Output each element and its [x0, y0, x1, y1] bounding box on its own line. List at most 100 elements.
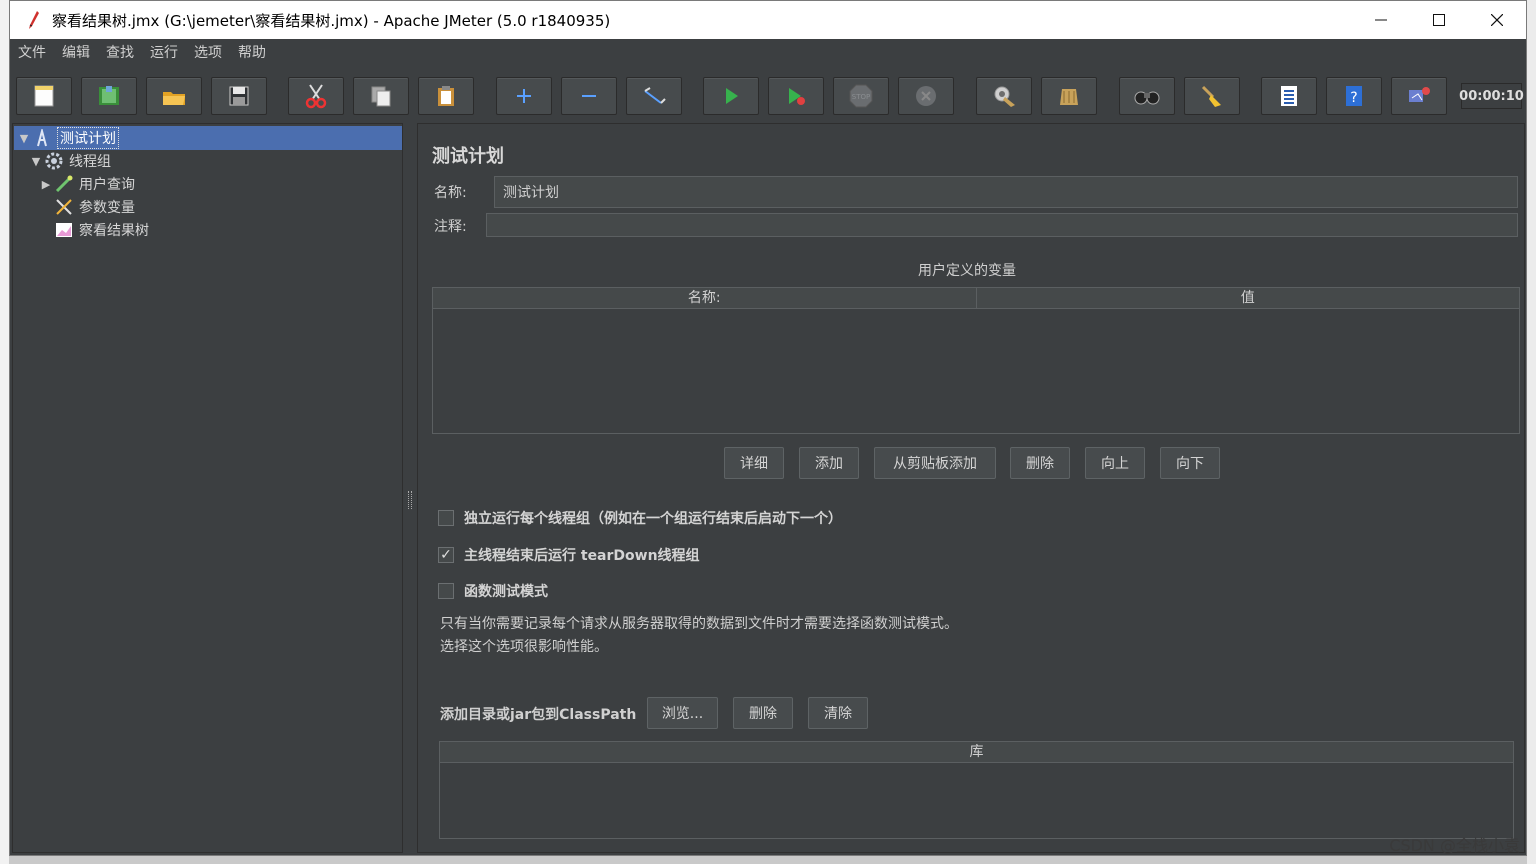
reset-search-button[interactable]: [1184, 77, 1240, 115]
templates-button[interactable]: [81, 77, 137, 115]
jmeter-feather-icon: [20, 7, 46, 33]
tree-item-test-plan[interactable]: ▼ 测试计划: [17, 127, 119, 149]
functional-mode-option[interactable]: 函数测试模式: [438, 581, 548, 601]
minimize-button[interactable]: [1352, 1, 1410, 39]
teardown-option[interactable]: ✓ 主线程结束后运行 tearDown线程组: [438, 545, 700, 565]
serialize-checkbox[interactable]: [438, 510, 454, 526]
tree-item-config[interactable]: 参数变量: [39, 196, 135, 218]
serialize-thread-groups-option[interactable]: 独立运行每个线程组（例如在一个组运行结束后启动下一个）: [438, 508, 842, 528]
start-no-pause-icon: [789, 88, 805, 105]
comment-input[interactable]: [486, 213, 1518, 237]
title-bar: 察看结果树.jmx (G:\jemeter\察看结果树.jmx) - Apach…: [10, 1, 1526, 39]
split-pane-divider[interactable]: [405, 123, 417, 853]
library-table[interactable]: 库: [439, 741, 1514, 839]
user-variables-table[interactable]: 名称: 值: [432, 287, 1520, 434]
collapse-all-button[interactable]: [561, 77, 617, 115]
save-button[interactable]: [211, 77, 267, 115]
menu-run[interactable]: 运行: [142, 42, 186, 62]
cut-icon: [305, 84, 327, 109]
divider-grip[interactable]: [408, 491, 412, 509]
tree-item-sampler[interactable]: ▶ 用户查询: [39, 173, 135, 195]
menu-edit[interactable]: 编辑: [54, 42, 98, 62]
panel-title: 测试计划: [432, 146, 504, 167]
functional-mode-note-line1: 只有当你需要记录每个请求从服务器取得的数据到文件时才需要选择函数测试模式。: [440, 616, 958, 632]
shutdown-button[interactable]: [898, 77, 954, 115]
functional-mode-checkbox[interactable]: [438, 583, 454, 599]
detail-button[interactable]: 详细: [724, 447, 784, 479]
tree-expander[interactable]: ▼: [17, 132, 31, 145]
remote-icon: [1409, 87, 1430, 102]
tree-item-label: 测试计划: [57, 127, 119, 149]
maximize-button[interactable]: [1410, 1, 1468, 39]
copy-icon: [371, 86, 391, 107]
serialize-label: 独立运行每个线程组（例如在一个组运行结束后启动下一个）: [464, 511, 842, 527]
move-up-button[interactable]: 向上: [1085, 447, 1145, 479]
teardown-checkbox[interactable]: ✓: [438, 547, 454, 563]
jmeter-window: 察看结果树.jmx (G:\jemeter\察看结果树.jmx) - Apach…: [9, 0, 1527, 856]
tree-item-thread-group[interactable]: ▼ 线程组: [29, 150, 111, 172]
function-helper-button[interactable]: [1261, 77, 1317, 115]
tree-expander[interactable]: ▼: [29, 155, 43, 168]
listener-icon: [53, 220, 75, 240]
comment-label: 注释:: [434, 219, 467, 235]
tree-item-label: 线程组: [69, 154, 111, 170]
function-helper-icon: [1281, 86, 1297, 106]
expand-all-button[interactable]: [496, 77, 552, 115]
tree-item-listener[interactable]: 察看结果树: [39, 219, 149, 241]
collapse-icon: [582, 95, 596, 97]
open-button[interactable]: [146, 77, 202, 115]
help-button[interactable]: ?: [1326, 77, 1382, 115]
menu-search[interactable]: 查找: [98, 42, 142, 62]
add-button[interactable]: 添加: [799, 447, 859, 479]
column-header-value[interactable]: 值: [977, 288, 1520, 308]
add-from-clipboard-button[interactable]: 从剪贴板添加: [874, 447, 996, 479]
background-window-right: [1527, 0, 1536, 864]
copy-button[interactable]: [353, 77, 409, 115]
start-button[interactable]: [703, 77, 759, 115]
start-no-pause-button[interactable]: [768, 77, 824, 115]
move-down-button[interactable]: 向下: [1160, 447, 1220, 479]
stop-button[interactable]: STOP: [833, 77, 889, 115]
functional-mode-label: 函数测试模式: [464, 584, 548, 600]
menu-bar: 文件 编辑 查找 运行 选项 帮助: [10, 39, 1526, 65]
teardown-label: 主线程结束后运行 tearDown线程组: [464, 548, 700, 564]
clear-all-button[interactable]: [1041, 77, 1097, 115]
tree-expander[interactable]: ▶: [39, 178, 53, 191]
delete-button[interactable]: 删除: [1010, 447, 1070, 479]
column-header-name[interactable]: 名称:: [433, 288, 977, 308]
classpath-delete-button[interactable]: 删除: [733, 697, 793, 729]
menu-help[interactable]: 帮助: [230, 42, 274, 62]
menu-options[interactable]: 选项: [186, 42, 230, 62]
functional-mode-note-line2: 选择这个选项很影响性能。: [440, 639, 608, 655]
search-button[interactable]: [1119, 77, 1175, 115]
toggle-button[interactable]: [626, 77, 682, 115]
close-button[interactable]: [1468, 1, 1526, 39]
toggle-icon: [644, 87, 666, 104]
classpath-label: 添加目录或jar包到ClassPath: [440, 707, 637, 723]
svg-text:?: ?: [1350, 90, 1357, 106]
expand-icon: [517, 89, 531, 103]
background-window-left: [0, 0, 9, 864]
name-input[interactable]: 测试计划: [494, 176, 1518, 208]
cut-button[interactable]: [288, 77, 344, 115]
browse-button[interactable]: 浏览...: [647, 697, 718, 729]
remote-button[interactable]: [1391, 77, 1447, 115]
classpath-clear-button[interactable]: 清除: [808, 697, 868, 729]
test-plan-panel: 测试计划 名称: 测试计划 注释: 用户定义的变量 名称: 值 详细 添加 从剪…: [417, 123, 1525, 853]
templates-icon: [99, 86, 119, 105]
clear-button[interactable]: [976, 77, 1032, 115]
reset-search-icon: [1201, 85, 1221, 107]
tree-item-label: 参数变量: [79, 200, 135, 216]
csdn-watermark: CSDN @全栈小袁: [1389, 836, 1520, 855]
new-icon: [34, 85, 54, 107]
column-header-library[interactable]: 库: [440, 742, 1513, 762]
new-button[interactable]: [16, 77, 72, 115]
window-title: 察看结果树.jmx (G:\jemeter\察看结果树.jmx) - Apach…: [52, 11, 611, 30]
save-icon: [229, 86, 249, 106]
search-icon: [1134, 91, 1160, 105]
paste-button[interactable]: [418, 77, 474, 115]
menu-file[interactable]: 文件: [10, 42, 54, 62]
shutdown-icon: [916, 86, 936, 106]
user-variables-title: 用户定义的变量: [918, 263, 1016, 279]
config-element-icon: [53, 197, 75, 217]
